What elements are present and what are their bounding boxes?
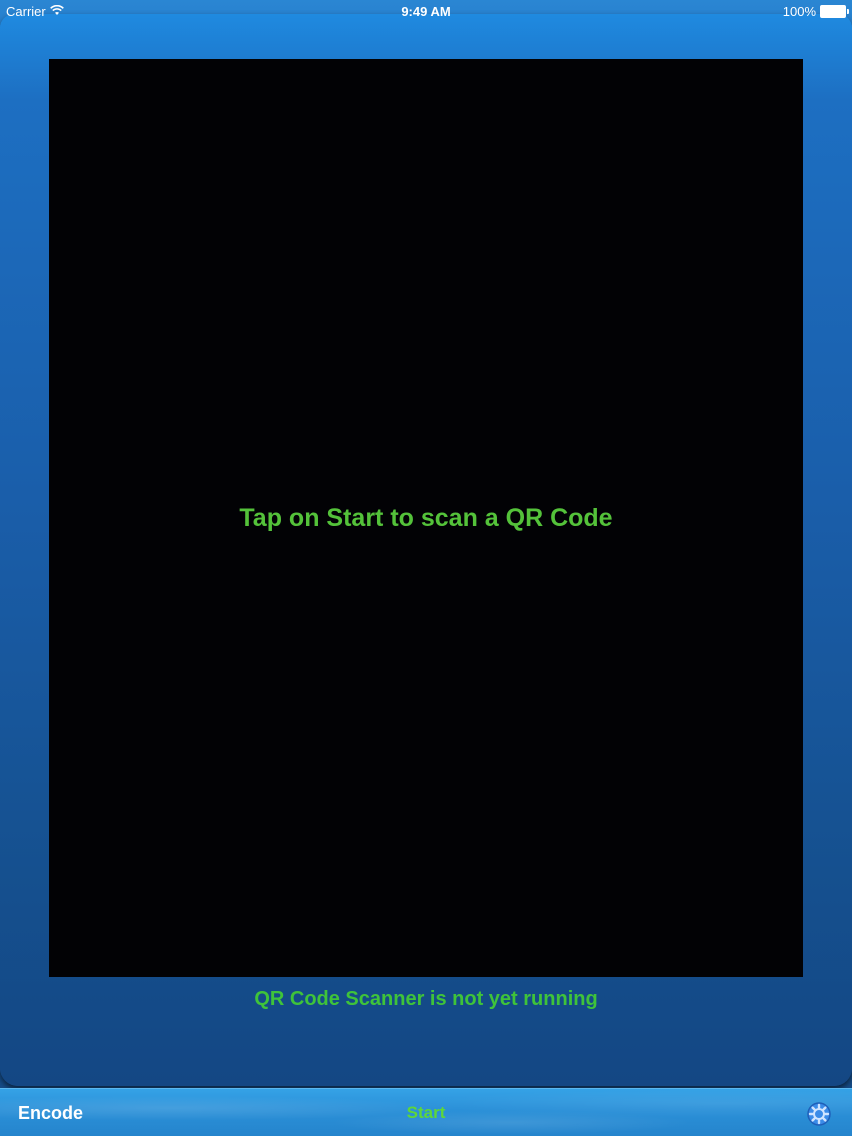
encode-button[interactable]: Encode: [18, 1103, 83, 1124]
status-right: 100%: [782, 4, 849, 19]
status-bar: Carrier 9:49 AM 100%: [0, 0, 852, 24]
battery-percent: 100%: [782, 4, 816, 19]
battery-icon: [820, 5, 849, 18]
scan-hint: Tap on Start to scan a QR Code: [239, 503, 613, 532]
status-time: 9:49 AM: [401, 4, 451, 19]
scanner-status: QR Code Scanner is not yet running: [254, 988, 598, 1010]
gear-icon[interactable]: [806, 1101, 832, 1127]
app-screen: Carrier 9:49 AM 100% Tap on Start to sca…: [0, 0, 852, 1136]
camera-preview[interactable]: Tap on Start to scan a QR Code: [49, 59, 803, 977]
bottom-toolbar: Encode Start: [0, 1088, 852, 1136]
start-button[interactable]: Start: [386, 1103, 466, 1123]
